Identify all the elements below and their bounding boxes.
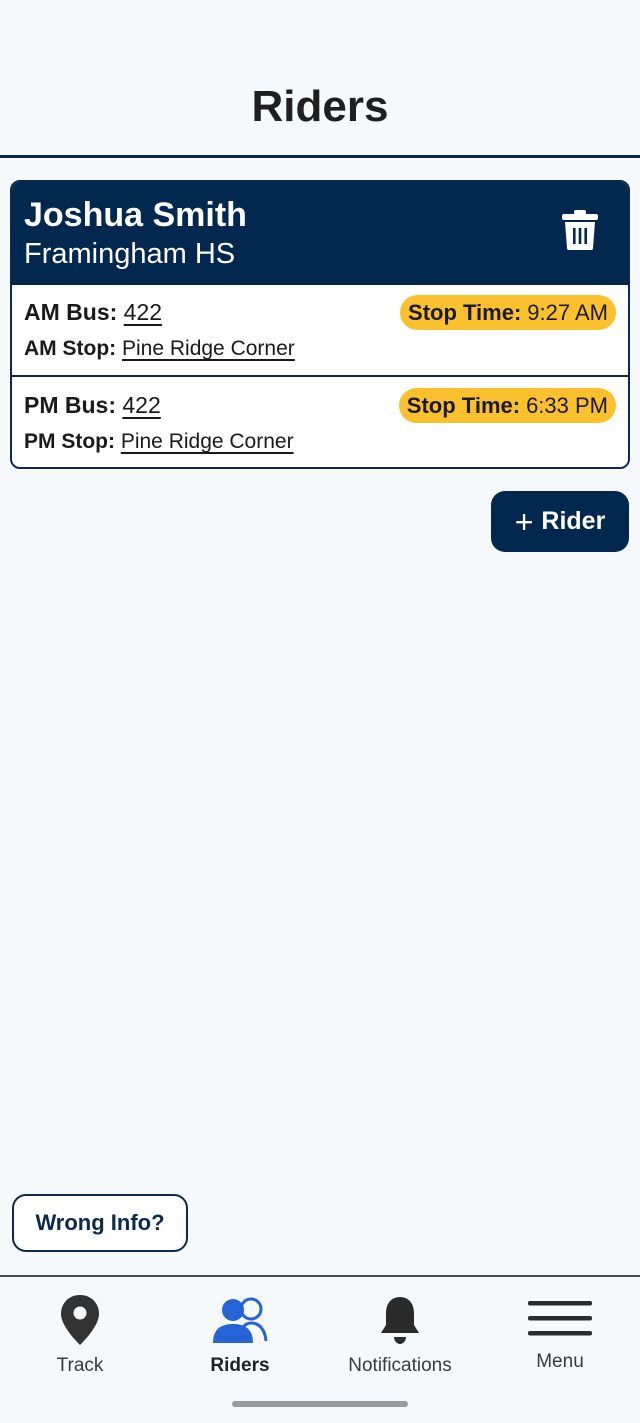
map-pin-icon <box>61 1295 99 1345</box>
wrong-info-button[interactable]: Wrong Info? <box>12 1194 188 1252</box>
am-bus-line: AM Bus: 422 <box>24 299 162 326</box>
trash-icon[interactable] <box>562 210 598 250</box>
bell-icon <box>381 1297 419 1344</box>
pm-stop-label: PM Stop: <box>24 430 115 453</box>
tab-riders[interactable]: Riders <box>160 1277 320 1397</box>
am-stop-label: AM Stop: <box>24 337 117 360</box>
am-bus-link[interactable]: 422 <box>124 299 162 325</box>
rider-card: Joshua Smith Framingham HS AM Bus: 422 A… <box>10 180 630 469</box>
tab-notifications[interactable]: Notifications <box>320 1277 480 1397</box>
am-stop-time-badge: Stop Time: 9:27 AM <box>400 295 616 330</box>
hamburger-icon <box>528 1301 592 1336</box>
tab-menu-label: Menu <box>536 1351 584 1372</box>
am-stop-time-value: 9:27 AM <box>527 299 608 325</box>
tab-menu[interactable]: Menu <box>480 1277 640 1397</box>
tab-riders-label: Riders <box>210 1355 270 1376</box>
home-indicator[interactable] <box>232 1401 408 1407</box>
pm-bus-label: PM Bus: <box>24 392 116 418</box>
am-stop-line: AM Stop: Pine Ridge Corner <box>24 337 295 361</box>
pm-row: PM Bus: 422 PM Stop: Pine Ridge Corner S… <box>12 378 628 467</box>
pm-stop-link[interactable]: Pine Ridge Corner <box>121 430 294 453</box>
rider-card-header: Joshua Smith Framingham HS <box>12 182 628 285</box>
add-rider-label: Rider <box>541 507 606 535</box>
am-row: AM Bus: 422 AM Stop: Pine Ridge Corner S… <box>12 285 628 377</box>
rider-school: Framingham HS <box>24 238 236 270</box>
pm-stop-time-value: 6:33 PM <box>526 392 608 418</box>
plus-icon: + <box>514 503 534 540</box>
pm-bus-line: PM Bus: 422 <box>24 392 161 419</box>
add-rider-button[interactable]: + Rider <box>491 491 629 552</box>
tab-notifications-label: Notifications <box>348 1355 452 1376</box>
header: Riders <box>0 0 640 158</box>
am-stop-link[interactable]: Pine Ridge Corner <box>122 337 295 360</box>
page-title: Riders <box>251 82 389 131</box>
riders-icon <box>213 1297 268 1343</box>
tab-track-label: Track <box>56 1355 104 1376</box>
pm-stop-line: PM Stop: Pine Ridge Corner <box>24 430 294 454</box>
am-bus-label: AM Bus: <box>24 299 118 325</box>
tab-track[interactable]: Track <box>0 1277 160 1397</box>
pm-stop-time-badge: Stop Time: 6:33 PM <box>398 388 616 423</box>
pm-stop-time-label: Stop Time: <box>406 392 521 418</box>
pm-bus-link[interactable]: 422 <box>122 392 160 418</box>
am-stop-time-label: Stop Time: <box>408 299 522 325</box>
rider-name: Joshua Smith <box>24 196 247 234</box>
